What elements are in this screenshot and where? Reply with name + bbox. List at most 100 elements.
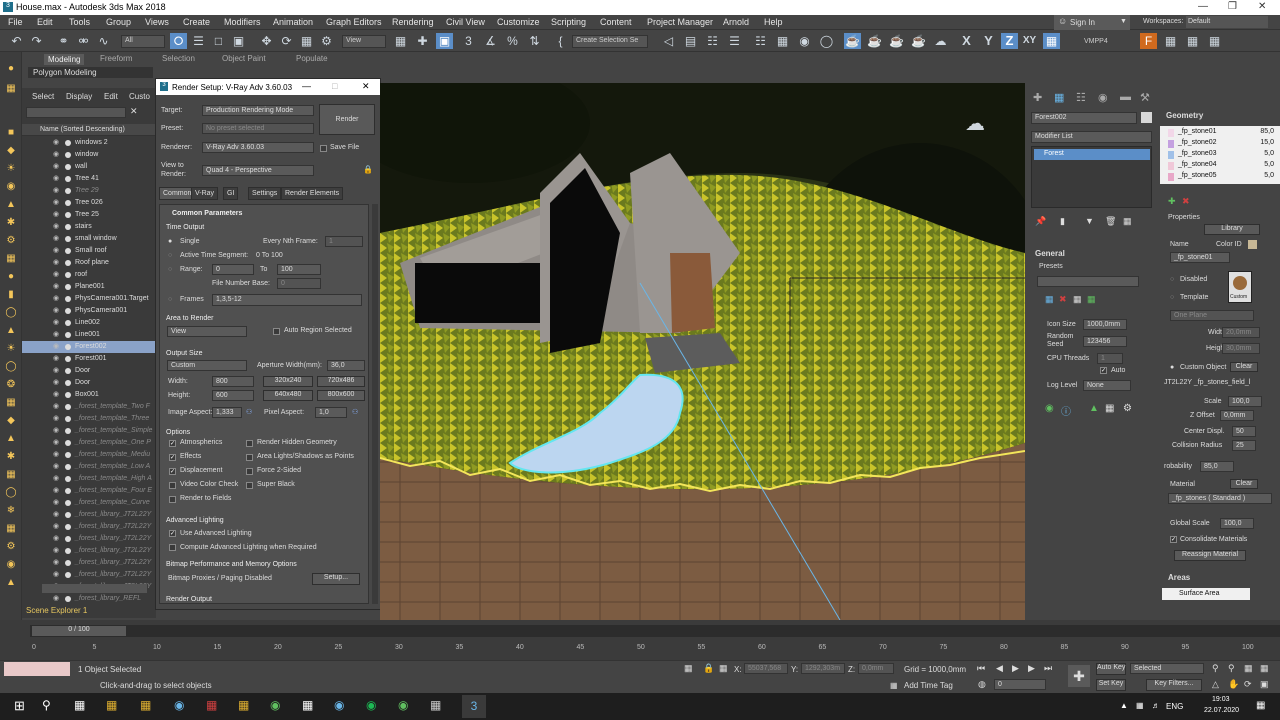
torus-icon[interactable]: ◯ <box>3 306 19 320</box>
scene-row[interactable]: ◉ Plane001 <box>22 281 156 293</box>
toggle-layer-explorer-icon[interactable]: ☰ <box>726 33 743 49</box>
tray-volume-icon[interactable]: ♬ <box>1152 701 1160 710</box>
menu-content[interactable]: Content <box>600 17 632 27</box>
select-by-name-icon[interactable]: ☰ <box>190 33 207 49</box>
angle-snap-icon[interactable]: ∡ <box>482 33 499 49</box>
visibility-eye-icon[interactable]: ◉ <box>53 449 59 461</box>
visibility-eye-icon[interactable]: ◉ <box>53 137 59 149</box>
workspace-dropdown[interactable]: Default <box>1186 16 1268 28</box>
scale-icon[interactable]: ▦ <box>298 33 315 49</box>
freeze-dot-icon[interactable] <box>65 440 71 446</box>
preset-320x240-button[interactable]: 320x240 <box>263 376 313 387</box>
scene-row[interactable]: ◉ _forest_library_JT2L22Y <box>22 557 156 569</box>
disabled-radio[interactable]: ○ <box>1170 276 1174 283</box>
explorer-search-input[interactable] <box>26 107 126 118</box>
forest-library-icon[interactable]: ▲ <box>1089 403 1099 414</box>
play-icon[interactable]: ▶ <box>1012 663 1019 674</box>
visibility-eye-icon[interactable]: ◉ <box>53 353 59 365</box>
z-offset-field[interactable]: 0,0mm <box>1220 410 1254 421</box>
option-checkbox[interactable]: ✓ <box>169 454 176 461</box>
visibility-eye-icon[interactable]: ◉ <box>53 233 59 245</box>
option-checkbox[interactable] <box>246 468 253 475</box>
surface-area-item[interactable]: Surface Area <box>1162 588 1250 600</box>
edge-icon[interactable]: ◉ <box>174 698 184 712</box>
tab-settings[interactable]: Settings <box>248 187 282 200</box>
reference-coordinate-dropdown[interactable]: View <box>342 35 386 48</box>
bind-space-warp-icon[interactable]: ∿ <box>95 33 112 49</box>
freeze-dot-icon[interactable] <box>65 392 71 398</box>
custom-object-radio[interactable]: ● <box>1170 364 1174 371</box>
select-object-icon[interactable]: ⭘ <box>170 33 187 49</box>
cpu-threads-field[interactable]: 1 <box>1097 353 1123 364</box>
rect-selection-icon[interactable]: □ <box>210 33 227 49</box>
menu-views[interactable]: Views <box>145 17 169 27</box>
close-search-icon[interactable]: ✕ <box>130 106 138 117</box>
render-in-cloud-icon[interactable]: ☁ <box>932 33 949 49</box>
output-size-dropdown[interactable]: Custom <box>167 360 247 371</box>
freeze-dot-icon[interactable] <box>65 224 71 230</box>
scene-row[interactable]: ◉ _forest_template_Simple <box>22 425 156 437</box>
scene-row[interactable]: ◉ _forest_library_JT2L22Y <box>22 521 156 533</box>
scene-row[interactable]: ◉ _forest_template_Low A <box>22 461 156 473</box>
view-to-render-dropdown[interactable]: Quad 4 - Perspective <box>202 165 314 176</box>
visibility-eye-icon[interactable]: ◉ <box>53 257 59 269</box>
range-radio[interactable]: ○ <box>168 266 172 273</box>
freeze-dot-icon[interactable] <box>65 596 71 602</box>
tab-gi[interactable]: GI <box>223 187 239 200</box>
scene-row[interactable]: ◉ wall <box>22 161 156 173</box>
geometry-row[interactable]: _fp_stone03 5,0 <box>1166 150 1278 160</box>
create-tab-icon[interactable]: ✚ <box>1033 91 1042 104</box>
frames-field[interactable]: 1,3,5-12 <box>212 294 362 306</box>
visibility-eye-icon[interactable]: ◉ <box>53 521 59 533</box>
spinner-snap-icon[interactable]: ⇅ <box>526 33 543 49</box>
visibility-eye-icon[interactable]: ◉ <box>53 437 59 449</box>
pan-icon[interactable]: ✋ <box>1228 679 1239 690</box>
height-field[interactable]: 30,0mm <box>1222 343 1260 354</box>
vray-frame-buffer-icon[interactable]: ▦ <box>1184 33 1201 49</box>
freeze-dot-icon[interactable] <box>65 572 71 578</box>
visibility-eye-icon[interactable]: ◉ <box>53 389 59 401</box>
freeze-dot-icon[interactable] <box>65 452 71 458</box>
freeze-dot-icon[interactable] <box>65 464 71 470</box>
motion-tab-icon[interactable]: ◉ <box>1098 91 1108 104</box>
zoom-icon[interactable]: ⚲ <box>1212 663 1219 674</box>
ribbon-tab-freeform[interactable]: Freeform <box>100 54 132 63</box>
scene-row[interactable]: ◉ Box001 <box>22 389 156 401</box>
viewcube-icon[interactable]: ☁ <box>965 111 985 136</box>
redo-icon[interactable]: ↷ <box>28 33 45 49</box>
undo-icon[interactable]: ↶ <box>8 33 25 49</box>
freeze-icon[interactable]: ❄ <box>3 504 19 518</box>
collision-radius-field[interactable]: 25 <box>1232 440 1256 451</box>
visibility-eye-icon[interactable]: ◉ <box>53 569 59 581</box>
perspective-viewport[interactable]: ☁ <box>380 83 1025 620</box>
scene-row[interactable]: ◉ Forest001 <box>22 353 156 365</box>
visibility-eye-icon[interactable]: ◉ <box>53 461 59 473</box>
menu-animation[interactable]: Animation <box>273 17 313 27</box>
ribbon-tab-modeling[interactable]: Modeling <box>44 54 85 65</box>
lock-icon[interactable]: 🔒 <box>363 165 373 174</box>
axis-xy-button[interactable]: XY <box>1021 33 1038 49</box>
height-field[interactable]: 600 <box>212 390 254 401</box>
render-activeshade-icon[interactable]: ☕ <box>910 33 927 49</box>
tab-common[interactable]: Common <box>159 187 196 200</box>
set-key-large-icon[interactable]: ✚ <box>1068 665 1090 687</box>
scene-row[interactable]: ◉ _forest_template_Three <box>22 413 156 425</box>
freeze-dot-icon[interactable] <box>65 536 71 542</box>
template-radio[interactable]: ○ <box>1170 294 1174 301</box>
maxscript-listener[interactable] <box>4 662 70 676</box>
particle-icon[interactable]: ✱ <box>3 450 19 464</box>
box-icon[interactable]: ▦ <box>3 252 19 266</box>
ribbon-tab-object-paint[interactable]: Object Paint <box>222 54 266 63</box>
ribbon-tab-selection[interactable]: Selection <box>162 54 195 63</box>
notifications-icon[interactable]: ▦ <box>1256 700 1265 711</box>
freeze-dot-icon[interactable] <box>65 284 71 290</box>
time-slider-track[interactable] <box>30 625 1280 637</box>
render-frame-icon[interactable]: ☕ <box>844 33 861 49</box>
scene-explorer-label[interactable]: Scene Explorer 1 <box>26 606 87 615</box>
show-end-result-icon[interactable]: ▮ <box>1060 216 1065 227</box>
scene-row[interactable]: ◉ _forest_library_JT2L22Y <box>22 545 156 557</box>
freeze-dot-icon[interactable] <box>65 332 71 338</box>
auto-key-button[interactable]: Auto Key <box>1096 663 1126 675</box>
delete-preset-icon[interactable]: ✖ <box>1059 294 1067 305</box>
freeze-dot-icon[interactable] <box>65 320 71 326</box>
